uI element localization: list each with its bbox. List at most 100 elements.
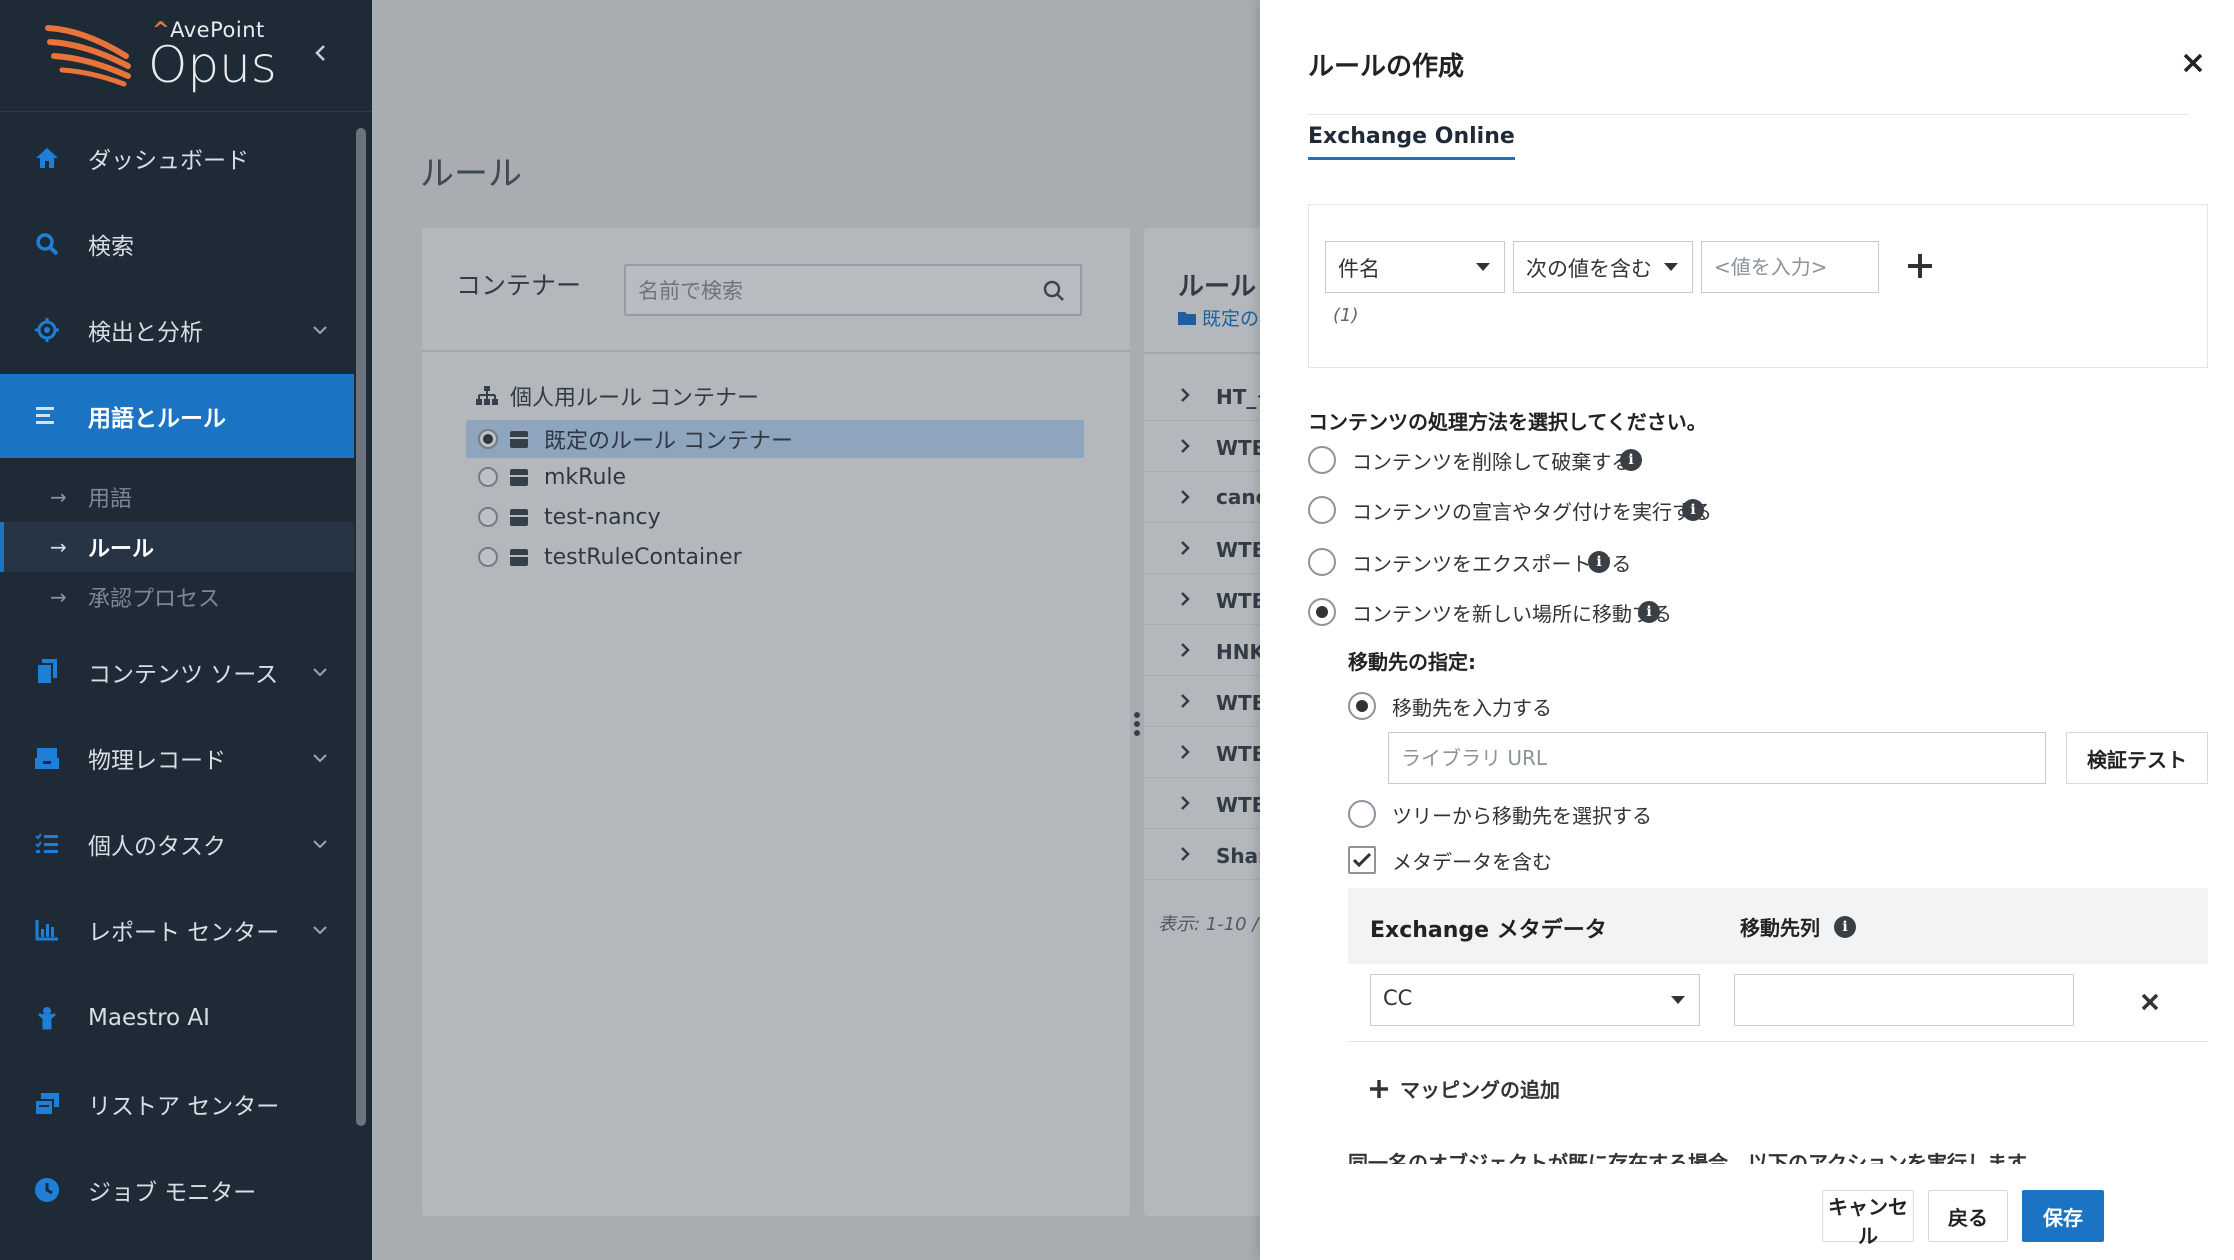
back-button[interactable]: 戻る — [1928, 1190, 2008, 1242]
checkmark-icon — [1353, 852, 1371, 868]
sub-item-rules[interactable]: → ルール — [0, 522, 354, 572]
rule-row[interactable]: HNK_ルール — [1144, 625, 1262, 676]
sidebar-scrollbar[interactable] — [356, 128, 366, 1126]
nav-label: 個人のタスク — [88, 834, 226, 860]
collapse-sidebar-icon[interactable] — [310, 42, 332, 64]
nav-item-terms-and-rules[interactable]: 用語とルール — [0, 374, 354, 458]
info-icon[interactable]: i — [1620, 449, 1642, 471]
nav-item-maestro-ai[interactable]: Maestro AI — [0, 976, 354, 1060]
radio-button[interactable] — [1308, 496, 1336, 524]
remove-row-icon[interactable] — [2138, 990, 2162, 1014]
tab-exchange-online[interactable]: Exchange Online — [1308, 124, 1515, 160]
radio-button[interactable] — [1308, 548, 1336, 576]
container-item[interactable]: test-nancy — [466, 498, 1084, 536]
tree-root[interactable]: 個人用ルール コンテナー — [476, 380, 759, 412]
rule-row[interactable]: WTB_ルール3 — [1144, 574, 1262, 625]
nav-item-my-tasks[interactable]: 個人のタスク — [0, 802, 354, 886]
rule-row[interactable]: WTB_ルール6 — [1144, 778, 1262, 829]
container-item[interactable]: testRuleContainer — [466, 538, 1084, 576]
search-icon[interactable] — [1042, 279, 1066, 303]
chevron-right-icon[interactable] — [1178, 592, 1192, 606]
container-radio[interactable] — [478, 507, 498, 527]
destination-column-field[interactable] — [1734, 974, 2074, 1026]
condition-field-select[interactable]: 件名 — [1325, 241, 1505, 293]
cancel-button[interactable]: キャンセル — [1822, 1190, 1914, 1248]
destination-column-input[interactable] — [1735, 975, 2073, 1025]
container-item[interactable]: mkRule — [466, 458, 1084, 496]
nav-item-discovery[interactable]: 検出と分析 — [0, 288, 354, 372]
nav-label: 検出と分析 — [88, 320, 203, 346]
nav-item-report-center[interactable]: レポート センター — [0, 888, 354, 972]
radio-button[interactable] — [1308, 598, 1336, 626]
rule-row[interactable]: WTB_ルール4 — [1144, 676, 1262, 727]
chevron-right-icon[interactable] — [1178, 643, 1192, 657]
rules-breadcrumb[interactable]: 既定のルール コンテナー — [1178, 304, 1262, 331]
column-header: 移動先列 — [1740, 916, 1820, 940]
rule-row[interactable]: WTB_ルール1 — [1144, 421, 1262, 472]
add-mapping-button[interactable]: マッピングの追加 — [1368, 1074, 1560, 1103]
info-icon[interactable]: i — [1834, 916, 1856, 938]
container-label: testRuleContainer — [544, 544, 742, 570]
container-icon — [510, 430, 528, 448]
clock-icon — [32, 1175, 62, 1205]
condition-value-field[interactable] — [1701, 241, 1879, 293]
option-label: コンテンツを削除して破棄する — [1352, 449, 1632, 474]
rule-name: HT_クライアント — [1216, 384, 1262, 409]
exchange-metadata-select[interactable]: CC — [1370, 974, 1700, 1026]
chevron-right-icon[interactable] — [1178, 439, 1192, 453]
close-icon[interactable] — [2180, 50, 2206, 76]
tree-root-label: 個人用ルール コンテナー — [510, 386, 759, 411]
page-title: ルール — [420, 154, 522, 194]
nav-item-search[interactable]: 検索 — [0, 202, 354, 286]
nav-item-restore-center[interactable]: リストア センター — [0, 1062, 354, 1146]
create-rule-panel: ルールの作成 Exchange Online 件名 次の値を含む (1) コンテ… — [1260, 0, 2234, 1260]
condition-value-input[interactable] — [1702, 242, 1878, 292]
sub-item-terms[interactable]: → 用語 — [0, 472, 354, 522]
add-condition-icon[interactable] — [1905, 251, 1935, 281]
save-button[interactable]: 保存 — [2022, 1190, 2104, 1242]
nav-item-job-monitor[interactable]: ジョブ モニター — [0, 1148, 354, 1232]
folder-icon — [1178, 311, 1196, 325]
nav-item-content-sources[interactable]: コンテンツ ソース — [0, 630, 354, 714]
library-url-field[interactable] — [1388, 732, 2046, 784]
container-item[interactable]: 既定のルール コンテナー — [466, 420, 1084, 458]
rule-row[interactable]: WTB_ルール5 — [1144, 727, 1262, 778]
container-radio[interactable] — [478, 429, 498, 449]
condition-operator-select[interactable]: 次の値を含む — [1513, 241, 1693, 293]
chevron-right-icon[interactable] — [1178, 541, 1192, 555]
caret-down-icon — [1476, 263, 1490, 271]
chevron-right-icon[interactable] — [1178, 694, 1192, 708]
table-row: CC — [1348, 964, 2208, 1042]
nav-label: ジョブ モニター — [88, 1180, 257, 1206]
radio-button[interactable] — [1348, 800, 1376, 828]
chevron-down-icon — [313, 926, 327, 935]
radio-button[interactable] — [1308, 446, 1336, 474]
container-radio[interactable] — [478, 547, 498, 567]
chevron-right-icon[interactable] — [1178, 745, 1192, 759]
processing-question: コンテンツの処理方法を選択してください。 — [1308, 410, 1707, 434]
nav-item-physical-records[interactable]: 物理レコード — [0, 716, 354, 800]
rule-row[interactable]: WTB_ルール2 — [1144, 523, 1262, 574]
chevron-right-icon[interactable] — [1178, 490, 1192, 504]
info-icon[interactable]: i — [1588, 551, 1610, 573]
container-search[interactable] — [624, 264, 1082, 316]
info-icon[interactable]: i — [1638, 601, 1660, 623]
container-search-input[interactable] — [638, 276, 1038, 306]
rule-name: cancel_rule — [1216, 485, 1262, 509]
chevron-right-icon[interactable] — [1178, 796, 1192, 810]
rule-row[interactable]: HT_クライアント — [1144, 370, 1262, 421]
info-icon[interactable]: i — [1682, 499, 1704, 521]
container-radio[interactable] — [478, 467, 498, 487]
sub-item-approval[interactable]: → 承認プロセス — [0, 572, 354, 622]
chevron-right-icon[interactable] — [1178, 847, 1192, 861]
nav-item-dashboard[interactable]: ダッシュボード — [0, 116, 354, 200]
pane-splitter-handle[interactable] — [1134, 712, 1140, 736]
target-icon — [32, 315, 62, 345]
include-metadata-checkbox[interactable] — [1348, 846, 1376, 874]
chevron-right-icon[interactable] — [1178, 388, 1192, 402]
radio-button[interactable] — [1348, 692, 1376, 720]
rule-row[interactable]: SharePoint_ルール — [1144, 829, 1262, 880]
rule-row[interactable]: cancel_rule — [1144, 472, 1262, 523]
verify-test-button[interactable]: 検証テスト — [2066, 732, 2208, 784]
library-url-input[interactable] — [1389, 733, 2045, 783]
